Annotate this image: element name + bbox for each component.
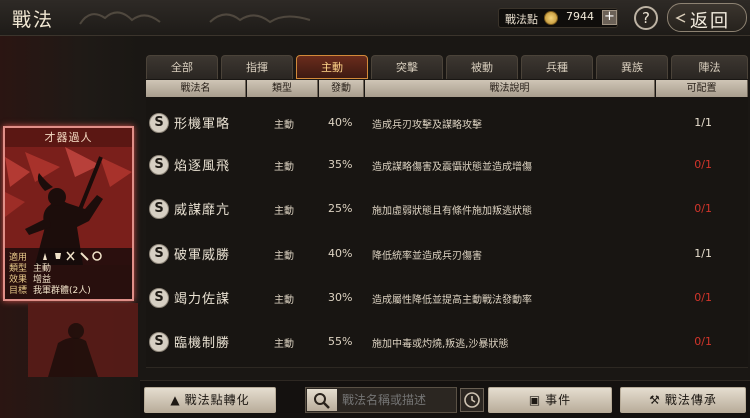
tactic-points-label: 戰法點 — [505, 13, 538, 26]
column-header-description: 戰法說明 — [365, 80, 655, 97]
tactic-description: 施加中毒或灼燒,叛逃,沙暴狀態 — [372, 339, 509, 350]
coin-icon — [544, 11, 558, 25]
selected-tactic-card[interactable]: 才器過人 適用 類型 主動 效果 增益 目標 我軍群體(2人) — [3, 126, 134, 301]
tactic-rate: 40% — [328, 116, 353, 129]
tab-foreign[interactable]: 異族 — [596, 55, 668, 79]
s-rank-icon: S — [149, 199, 169, 219]
tactic-count: 0/1 — [694, 158, 712, 171]
page-title: 戰法 — [12, 9, 55, 31]
tactic-rate: 35% — [328, 158, 353, 171]
s-rank-icon: S — [149, 332, 169, 352]
tactic-count: 1/1 — [694, 116, 712, 129]
clock-icon — [464, 392, 480, 408]
hammer-icon: ⚒ — [649, 393, 661, 407]
tactic-inherit-label: 戰法傳承 — [664, 393, 717, 407]
table-header: 戰法名 類型 發動 戰法說明 可配置 — [146, 80, 748, 97]
add-points-button[interactable]: + — [602, 10, 617, 25]
column-header-rate[interactable]: 發動 — [319, 80, 364, 97]
tactic-type: 主動 — [274, 295, 294, 306]
tactic-rate: 40% — [328, 247, 353, 260]
card-title: 才器過人 — [5, 128, 132, 147]
event-icon: ▣ — [528, 393, 542, 407]
info-key: 目標 — [9, 286, 28, 296]
help-button[interactable]: ? — [634, 6, 658, 30]
tactic-type: 主動 — [274, 206, 294, 217]
tactic-type: 主動 — [274, 120, 294, 131]
warrior-illustration — [28, 303, 138, 377]
s-rank-icon: S — [149, 244, 169, 264]
tactic-inherit-button[interactable]: ⚒ 戰法傳承 — [620, 387, 746, 413]
unit-type-icons — [43, 251, 102, 261]
card-info: 適用 類型 主動 效果 增益 目標 我軍群體(2人) — [5, 248, 132, 299]
tactic-description: 降低統率並造成兵刃傷害 — [372, 251, 482, 262]
tactic-card[interactable] — [28, 303, 138, 377]
tab-formation[interactable]: 陣法 — [671, 55, 748, 79]
mountain-icon: ▲ — [170, 393, 181, 407]
tactic-name: 破軍威勝 — [174, 248, 231, 263]
tactic-count: 0/1 — [694, 335, 712, 348]
tab-passive[interactable]: 被動 — [446, 55, 518, 79]
tactic-name: 焰逐風飛 — [174, 159, 231, 174]
tab-troop-type[interactable]: 兵種 — [521, 55, 593, 79]
tactic-name: 臨機制勝 — [174, 336, 231, 351]
tactic-points-box: 戰法點 — [498, 8, 618, 28]
s-rank-icon: S — [149, 288, 169, 308]
search-box[interactable] — [305, 387, 457, 413]
column-header-name[interactable]: 戰法名 — [146, 80, 246, 97]
events-button[interactable]: ▣ 事件 — [488, 387, 612, 413]
tactic-description: 造成兵刃攻擊及謀略攻擊 — [372, 120, 482, 131]
search-input[interactable] — [342, 391, 454, 409]
table-row[interactable]: S 臨機制勝 主動 55% 施加中毒或灼燒,叛逃,沙暴狀態 0/1 — [146, 316, 748, 368]
convert-points-button[interactable]: ▲ 戰法點轉化 — [144, 387, 276, 413]
cloud-pattern-icon — [79, 11, 311, 25]
s-rank-icon: S — [149, 155, 169, 175]
tactic-description: 造成屬性降低並提高主動戰法發動率 — [372, 295, 532, 306]
back-button[interactable]: 返回 — [667, 3, 747, 32]
tactic-count: 0/1 — [694, 202, 712, 215]
back-label: 返回 — [690, 11, 730, 32]
card-info-row: 目標 我軍群體(2人) — [9, 283, 91, 296]
tactic-count: 1/1 — [694, 247, 712, 260]
tactic-description: 造成謀略傷害及震懾狀態並造成增傷 — [372, 162, 532, 173]
search-button[interactable] — [307, 389, 337, 411]
search-icon — [314, 393, 330, 409]
convert-points-label: 戰法點轉化 — [184, 393, 250, 407]
tactic-name: 威謀靡亢 — [174, 203, 231, 218]
s-rank-icon: S — [149, 113, 169, 133]
tactic-points-value: 7944 — [566, 10, 594, 23]
history-button[interactable] — [460, 388, 484, 412]
tactic-rate: 30% — [328, 291, 353, 304]
top-bar: 戰法 戰法點 7944 + ? 返回 — [0, 0, 750, 36]
tactic-name: 竭力佐謀 — [174, 292, 231, 307]
events-label: 事件 — [545, 393, 572, 407]
tactic-description: 施加虛弱狀態且有條件施加叛逃狀態 — [372, 206, 532, 217]
tab-command[interactable]: 指揮 — [221, 55, 293, 79]
tactic-type: 主動 — [274, 162, 294, 173]
tactic-name: 形機軍略 — [174, 117, 231, 132]
tab-assault[interactable]: 突擊 — [371, 55, 443, 79]
category-tabs: 全部 指揮 主動 突擊 被動 兵種 異族 陣法 — [146, 55, 748, 79]
info-value: 我軍群體(2人) — [33, 286, 91, 296]
back-arrow-icon — [675, 13, 686, 23]
column-header-type[interactable]: 類型 — [247, 80, 318, 97]
column-header-available[interactable]: 可配置 — [656, 80, 748, 97]
tactic-type: 主動 — [274, 339, 294, 350]
tactic-count: 0/1 — [694, 291, 712, 304]
tactic-type: 主動 — [274, 251, 294, 262]
tactic-rate: 25% — [328, 202, 353, 215]
tactic-rate: 55% — [328, 335, 353, 348]
tab-active[interactable]: 主動 — [296, 55, 368, 79]
tab-all[interactable]: 全部 — [146, 55, 218, 79]
